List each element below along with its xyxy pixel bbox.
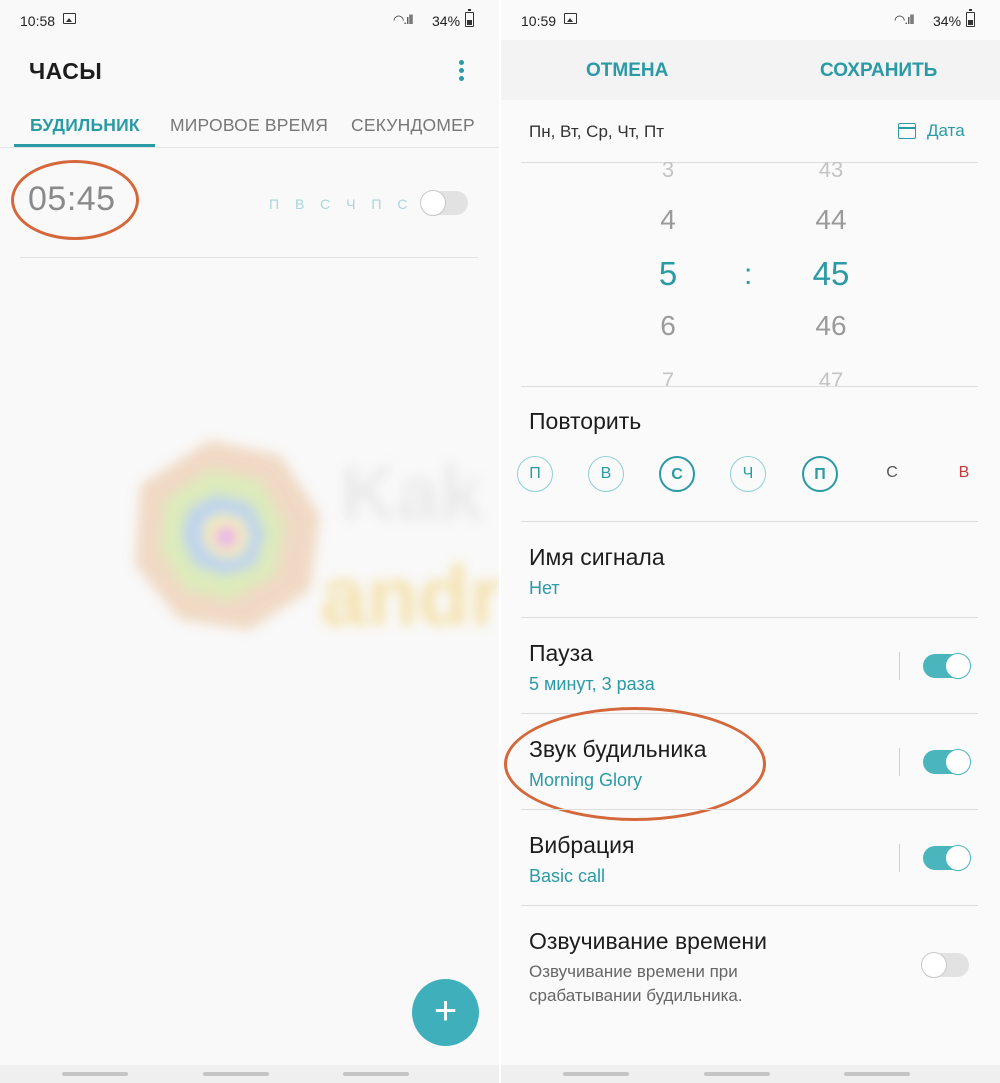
add-alarm-button[interactable]: +	[412, 979, 479, 1046]
watermark-logo: Kak na android	[135, 440, 499, 643]
save-button[interactable]: СОХРАНИТЬ	[820, 60, 937, 82]
minute-option[interactable]: 44	[801, 204, 861, 236]
more-options-icon[interactable]	[455, 60, 467, 82]
image-notification-icon	[564, 13, 577, 24]
navigation-bar	[0, 1065, 499, 1083]
watermark-text-bottom: android	[320, 549, 499, 643]
battery-percent: 34%	[432, 13, 461, 29]
repeat-days-summary: Пн, Вт, Ср, Чт, Пт	[529, 122, 665, 141]
vertical-separator	[899, 652, 900, 680]
navigation-bar	[501, 1065, 1000, 1083]
setting-voice-time[interactable]: Озвучивание времени Озвучивание времени …	[501, 906, 1000, 1016]
setting-value: Нет	[529, 578, 560, 598]
minute-option[interactable]: 43	[801, 162, 861, 183]
vibration-toggle[interactable]	[923, 845, 971, 871]
status-bar: 10:58 ◠.ıll 34%	[0, 0, 499, 40]
alarm-toggle[interactable]	[420, 190, 468, 216]
setting-title: Пауза	[529, 640, 593, 666]
status-time: 10:59	[521, 13, 557, 29]
battery-icon	[465, 9, 474, 27]
day-toggle-tue[interactable]: В	[588, 456, 624, 492]
vertical-separator	[899, 844, 900, 872]
setting-title: Вибрация	[529, 832, 635, 858]
minute-selected[interactable]: 45	[801, 255, 861, 293]
divider	[521, 386, 978, 387]
setting-description: Озвучивание времени при срабатывании буд…	[529, 962, 743, 1005]
hour-option[interactable]: 3	[638, 162, 698, 183]
day-toggle-thu[interactable]: Ч	[730, 456, 766, 492]
setting-value: 5 минут, 3 раза	[529, 674, 655, 694]
nav-recents-handle[interactable]	[343, 1072, 409, 1076]
vertical-separator	[899, 748, 900, 776]
battery-percent: 34%	[933, 13, 962, 29]
wifi-signal-icon: ◠.ıll	[393, 12, 413, 27]
setting-snooze[interactable]: Пауза 5 минут, 3 раза	[501, 618, 1000, 713]
time-picker[interactable]: 3 4 5 6 7 : 43 44 45 46 47	[501, 162, 1000, 386]
snooze-toggle[interactable]	[923, 653, 971, 679]
setting-alarm-sound[interactable]: Звук будильника Morning Glory	[501, 714, 1000, 809]
calendar-icon[interactable]	[898, 123, 916, 139]
alarm-list-item[interactable]: 05:45 П В С Ч П С В	[20, 160, 478, 258]
date-button[interactable]: Дата	[927, 121, 965, 141]
setting-title: Озвучивание времени	[529, 928, 767, 954]
action-bar: ОТМЕНА СОХРАНИТЬ	[501, 40, 1000, 100]
tab-stopwatch[interactable]: СЕКУНДОМЕР	[351, 115, 475, 136]
tab-world-clock[interactable]: МИРОВОЕ ВРЕМЯ	[170, 115, 328, 136]
minute-option[interactable]: 47	[801, 368, 861, 386]
nav-back-handle[interactable]	[62, 1072, 128, 1076]
day-toggle-mon[interactable]: П	[517, 456, 553, 492]
day-toggle-wed[interactable]: С	[659, 456, 695, 492]
tab-alarm[interactable]: БУДИЛЬНИК	[30, 115, 140, 136]
setting-title: Имя сигнала	[529, 544, 665, 570]
status-bar: 10:59 ◠.ıll 34%	[501, 0, 1000, 40]
wifi-signal-icon: ◠.ıll	[894, 12, 914, 27]
active-tab-indicator	[14, 144, 155, 147]
repeat-label: Повторить	[529, 408, 642, 434]
nav-back-handle[interactable]	[563, 1072, 629, 1076]
image-notification-icon	[63, 13, 76, 24]
day-toggle-sun[interactable]: В	[946, 456, 982, 492]
setting-value: Basic call	[529, 866, 606, 886]
page-title: ЧАСЫ	[29, 58, 103, 84]
nav-home-handle[interactable]	[704, 1072, 770, 1076]
minute-option[interactable]: 46	[801, 310, 861, 342]
nav-home-handle[interactable]	[203, 1072, 269, 1076]
nav-recents-handle[interactable]	[844, 1072, 910, 1076]
hour-selected[interactable]: 5	[638, 255, 698, 293]
setting-vibration[interactable]: Вибрация Basic call	[501, 810, 1000, 905]
status-time: 10:58	[20, 13, 56, 29]
alarm-time: 05:45	[28, 180, 116, 218]
alarm-days: П В С Ч П С В	[269, 196, 439, 212]
hour-option[interactable]: 6	[638, 310, 698, 342]
setting-value: Morning Glory	[529, 770, 643, 790]
hour-option[interactable]: 4	[638, 204, 698, 236]
battery-icon	[966, 9, 975, 27]
clock-alarm-list-screen: 10:58 ◠.ıll 34% ЧАСЫ БУДИЛЬНИК МИРОВОЕ В…	[0, 0, 499, 1083]
cancel-button[interactable]: ОТМЕНА	[586, 60, 668, 82]
tab-bar: БУДИЛЬНИК МИРОВОЕ ВРЕМЯ СЕКУНДОМЕР	[0, 110, 499, 148]
alarm-sound-toggle[interactable]	[923, 749, 971, 775]
day-toggle-fri[interactable]: П	[802, 456, 838, 492]
hour-option[interactable]: 7	[638, 368, 698, 386]
voice-time-toggle[interactable]	[921, 952, 969, 978]
setting-alarm-name[interactable]: Имя сигнала Нет	[501, 522, 1000, 617]
watermark-text-top: Kak na	[340, 449, 499, 537]
alarm-edit-screen: 10:59 ◠.ıll 34% ОТМЕНА СОХРАНИТЬ Пн, Вт,…	[501, 0, 1000, 1083]
setting-title: Звук будильника	[529, 736, 707, 762]
time-separator: :	[744, 258, 753, 291]
day-toggle-sat[interactable]: С	[874, 456, 910, 492]
